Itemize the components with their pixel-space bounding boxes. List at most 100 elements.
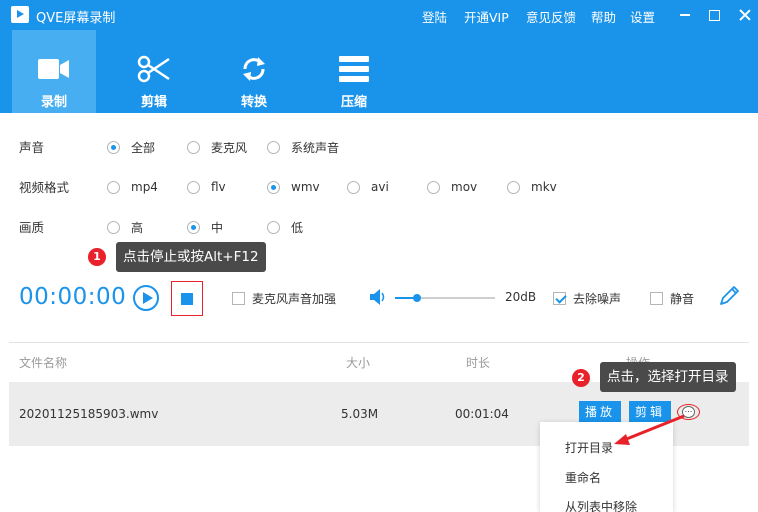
radio-label: 高 xyxy=(131,220,144,235)
audio-label: 声音 xyxy=(19,140,45,155)
radio-label: mov xyxy=(451,180,478,194)
app-logo-icon xyxy=(11,6,29,23)
maximize-button[interactable] xyxy=(709,10,720,21)
audio-option-all[interactable]: 全部 xyxy=(107,139,155,155)
stop-button[interactable] xyxy=(171,281,203,316)
format-label: 视频格式 xyxy=(19,180,70,195)
login-link[interactable]: 登陆 xyxy=(422,7,447,26)
menu-item-open-folder[interactable]: 打开目录 xyxy=(565,439,613,456)
quality-option-low[interactable]: 低 xyxy=(267,219,303,235)
stop-icon xyxy=(181,293,193,305)
audio-option-system[interactable]: 系统声音 xyxy=(267,139,339,155)
play-file-button[interactable]: 播放 xyxy=(579,401,622,423)
context-menu: 打开目录 重命名 从列表中移除 xyxy=(540,422,673,512)
format-option-wmv[interactable]: wmv xyxy=(267,179,320,195)
checkbox-box xyxy=(553,291,566,305)
checkbox-box xyxy=(232,291,245,305)
convert-arrows-icon xyxy=(236,54,272,84)
step-badge-2: 2 xyxy=(572,369,590,387)
app-title: QVE屏幕录制 xyxy=(36,11,116,26)
menu-item-rename[interactable]: 重命名 xyxy=(565,469,601,486)
format-option-mov[interactable]: mov xyxy=(427,179,477,195)
checkbox-box xyxy=(650,291,663,305)
quality-option-medium[interactable]: 中 xyxy=(187,219,223,235)
header-filename: 文件名称 xyxy=(19,356,68,370)
scissors-icon xyxy=(136,54,172,84)
denoise-checkbox[interactable]: 去除噪声 xyxy=(553,290,621,306)
radio-label: 中 xyxy=(211,220,224,235)
mic-boost-checkbox[interactable]: 麦克风声音加强 xyxy=(232,290,336,306)
radio-dot xyxy=(267,220,280,234)
radio-dot xyxy=(107,220,120,234)
more-dots-icon: ... xyxy=(682,406,695,418)
radio-dot xyxy=(507,180,520,194)
radio-label: 系统声音 xyxy=(291,140,340,155)
radio-dot xyxy=(187,220,200,234)
radio-dot xyxy=(267,140,280,154)
vip-link[interactable]: 开通VIP xyxy=(464,7,509,26)
checkbox-label: 麦克风声音加强 xyxy=(252,291,337,306)
format-option-mkv[interactable]: mkv xyxy=(507,179,557,195)
header-size: 大小 xyxy=(346,356,371,370)
tab-record[interactable]: 录制 xyxy=(12,30,96,113)
radio-label: mp4 xyxy=(131,180,158,194)
quality-option-high[interactable]: 高 xyxy=(107,219,143,235)
app-header: QVE屏幕录制 登陆 开通VIP 意见反馈 帮助 设置 录制 剪辑 转换 压缩 xyxy=(0,0,758,113)
radio-dot xyxy=(187,180,200,194)
title-bar: QVE屏幕录制 登陆 开通VIP 意见反馈 帮助 设置 xyxy=(0,0,758,30)
file-duration: 00:01:04 xyxy=(455,407,509,421)
radio-dot xyxy=(187,140,200,154)
play-button[interactable] xyxy=(133,285,159,311)
radio-label: flv xyxy=(211,180,226,194)
radio-dot xyxy=(267,180,280,194)
tab-compress[interactable]: 压缩 xyxy=(312,30,396,113)
audio-option-mic[interactable]: 麦克风 xyxy=(187,139,247,155)
feedback-link[interactable]: 意见反馈 xyxy=(526,7,576,26)
radio-label: 麦克风 xyxy=(211,140,248,155)
speaker-icon[interactable] xyxy=(370,289,387,305)
minimize-button[interactable] xyxy=(678,8,692,22)
volume-level-text: 20dB xyxy=(505,290,537,304)
header-duration: 时长 xyxy=(466,356,491,370)
pen-icon[interactable] xyxy=(718,285,740,307)
video-camera-icon xyxy=(36,54,72,84)
tab-label: 压缩 xyxy=(340,95,367,110)
radio-label: avi xyxy=(371,180,389,194)
ghost-overlay xyxy=(687,449,747,469)
record-timer: 00:00:00 xyxy=(19,284,127,310)
checkbox-label: 静音 xyxy=(670,291,695,306)
help-link[interactable]: 帮助 xyxy=(591,7,616,26)
radio-dot xyxy=(107,180,120,194)
tab-label: 转换 xyxy=(240,95,267,110)
close-button[interactable] xyxy=(738,8,752,22)
volume-slider-knob[interactable] xyxy=(413,294,421,302)
radio-dot xyxy=(107,140,120,154)
file-name: 20201125185903.wmv xyxy=(19,407,159,421)
radio-dot xyxy=(347,180,360,194)
edit-file-button[interactable]: 剪辑 xyxy=(629,401,672,423)
radio-label: wmv xyxy=(291,180,320,194)
menu-item-remove[interactable]: 从列表中移除 xyxy=(565,498,637,512)
format-option-mp4[interactable]: mp4 xyxy=(107,179,158,195)
format-option-avi[interactable]: avi xyxy=(347,179,389,195)
radio-label: mkv xyxy=(531,180,557,194)
format-option-flv[interactable]: flv xyxy=(187,179,226,195)
tab-edit[interactable]: 剪辑 xyxy=(112,30,196,113)
more-options-button[interactable]: ... xyxy=(677,404,700,420)
radio-label: 全部 xyxy=(131,140,156,155)
volume-slider[interactable] xyxy=(395,294,495,302)
open-folder-tooltip: 点击，选择打开目录 xyxy=(600,362,736,392)
checkbox-label: 去除噪声 xyxy=(573,291,622,306)
mute-checkbox[interactable]: 静音 xyxy=(650,290,694,306)
settings-link[interactable]: 设置 xyxy=(630,7,655,26)
quality-label: 画质 xyxy=(19,220,45,235)
tab-label: 剪辑 xyxy=(140,95,167,110)
tab-label: 录制 xyxy=(40,95,67,110)
radio-label: 低 xyxy=(291,220,304,235)
stop-tooltip: 点击停止或按Alt+F12 xyxy=(116,242,266,272)
tab-convert[interactable]: 转换 xyxy=(212,30,296,113)
radio-dot xyxy=(427,180,440,194)
compress-icon xyxy=(336,54,372,84)
table-divider xyxy=(9,342,749,343)
step-badge-1: 1 xyxy=(88,248,106,266)
